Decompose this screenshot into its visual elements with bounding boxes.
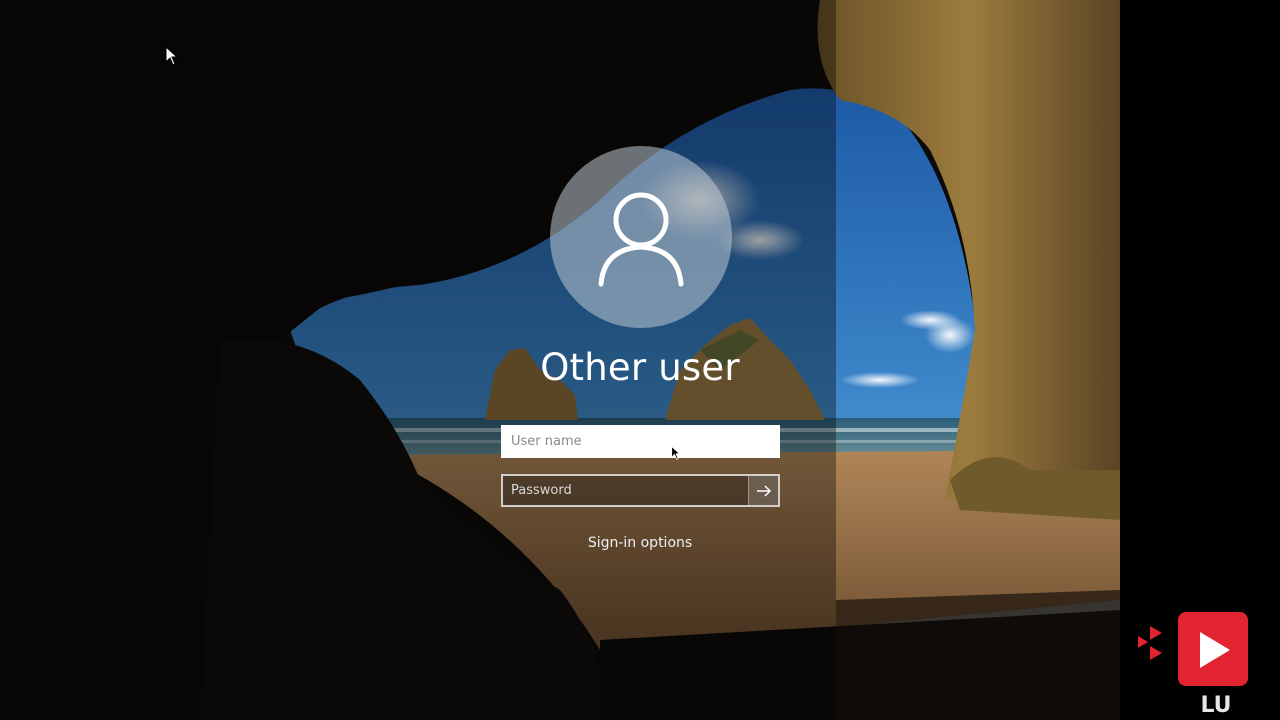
lock-screen: Other user Sign-in options LU <box>0 0 1280 720</box>
mouse-pointer-icon <box>671 445 681 460</box>
password-input[interactable] <box>503 476 749 505</box>
user-silhouette-icon <box>598 192 684 287</box>
svg-text:LU: LU <box>1200 693 1231 716</box>
password-box <box>501 474 780 507</box>
arrow-right-icon <box>756 484 771 497</box>
account-name-title: Other user <box>540 346 740 389</box>
mouse-pointer-icon <box>165 46 179 66</box>
username-input[interactable] <box>501 425 780 458</box>
user-avatar <box>550 146 732 328</box>
play-logo-icon: LU <box>1138 612 1248 716</box>
signin-options-link[interactable]: Sign-in options <box>540 535 740 551</box>
submit-button[interactable] <box>748 476 778 505</box>
